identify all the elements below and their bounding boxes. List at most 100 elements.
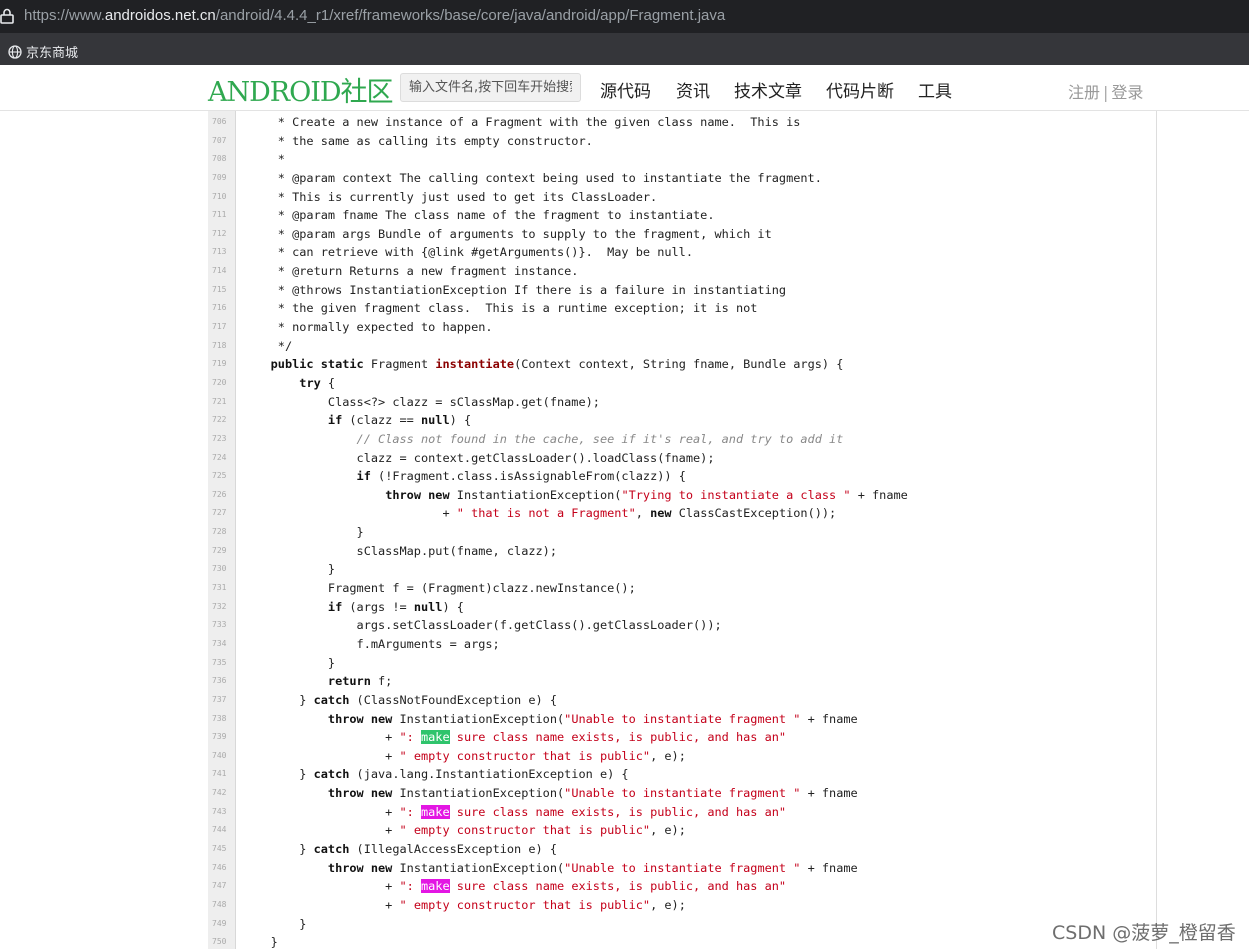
code-text: args.setClassLoader(f.getClass().getClas… (242, 618, 722, 632)
code-line: 747 + ": make sure class name exists, is… (208, 878, 1156, 897)
line-number[interactable]: 707 (212, 136, 234, 145)
line-number[interactable]: 730 (212, 564, 234, 573)
line-number[interactable]: 721 (212, 397, 234, 406)
lock-icon[interactable] (0, 8, 14, 24)
nav-news[interactable]: 资讯 (676, 77, 710, 102)
line-number[interactable]: 740 (212, 751, 234, 760)
line-number[interactable]: 727 (212, 508, 234, 517)
line-number[interactable]: 716 (212, 303, 234, 312)
line-number[interactable]: 733 (212, 620, 234, 629)
url-text[interactable]: https://www.androidos.net.cn/android/4.4… (24, 7, 725, 24)
code-token: * (242, 152, 285, 167)
line-number[interactable]: 731 (212, 583, 234, 592)
line-number[interactable]: 734 (212, 639, 234, 648)
line-number[interactable]: 715 (212, 285, 234, 294)
line-number[interactable]: 713 (212, 247, 234, 256)
nav-code-snippets[interactable]: 代码片断 (826, 77, 894, 102)
line-number[interactable]: 732 (212, 602, 234, 611)
code-line: 736 return f; (208, 673, 1156, 692)
code-token: , e); (650, 748, 686, 763)
code-token: (Context context, String fname, Bundle a… (514, 357, 844, 372)
line-number[interactable]: 737 (212, 695, 234, 704)
code-line: 746 throw new InstantiationException("Un… (208, 860, 1156, 879)
line-number[interactable]: 745 (212, 844, 234, 853)
line-number[interactable]: 723 (212, 434, 234, 443)
line-number[interactable]: 719 (212, 359, 234, 368)
line-number[interactable]: 710 (212, 192, 234, 201)
code-line: 722 if (clazz == null) { (208, 412, 1156, 431)
auth-links: 注册 | 登录 (1068, 79, 1143, 103)
line-number[interactable]: 714 (212, 266, 234, 275)
code-line: 727 + " that is not a Fragment", new Cla… (208, 505, 1156, 524)
code-line: 744 + " empty constructor that is public… (208, 822, 1156, 841)
bookmark-jd[interactable]: 京东商城 (8, 42, 78, 61)
code-line: 731 Fragment f = (Fragment)clazz.newInst… (208, 580, 1156, 599)
url-domain: androidos.net.cn (104, 7, 216, 24)
nav-source-code[interactable]: 源代码 (600, 77, 651, 102)
line-number[interactable]: 729 (212, 546, 234, 555)
line-number[interactable]: 738 (212, 714, 234, 723)
browser-address-bar[interactable]: https://www.androidos.net.cn/android/4.4… (0, 0, 1249, 33)
line-number[interactable]: 728 (212, 527, 234, 536)
code-text: } (242, 525, 364, 539)
line-number[interactable]: 741 (212, 769, 234, 778)
code-token: * the same as calling its empty construc… (242, 133, 593, 148)
line-number[interactable]: 725 (212, 471, 234, 480)
code-token: , (635, 506, 651, 521)
line-number[interactable]: 712 (212, 229, 234, 238)
line-number[interactable]: 718 (212, 341, 234, 350)
line-number[interactable]: 708 (212, 154, 234, 163)
line-number[interactable]: 726 (212, 490, 234, 499)
code-line: 737 } catch (ClassNotFoundException e) { (208, 692, 1156, 711)
code-line: 726 throw new InstantiationException("Tr… (208, 487, 1156, 506)
line-number[interactable]: 748 (212, 900, 234, 909)
code-token: + (242, 879, 400, 894)
line-number[interactable]: 736 (212, 676, 234, 685)
line-number[interactable]: 750 (212, 937, 234, 946)
string-token: "Unable to instantiate fragment " (564, 860, 801, 875)
line-number[interactable]: 747 (212, 881, 234, 890)
code-token: InstantiationException( (392, 860, 565, 875)
line-number[interactable]: 709 (212, 173, 234, 182)
code-line: 720 try { (208, 375, 1156, 394)
string-token: "Unable to instantiate fragment " (564, 786, 801, 801)
site-logo[interactable]: ANDROID社区 (208, 70, 394, 109)
code-line: 742 throw new InstantiationException("Un… (208, 785, 1156, 804)
line-number[interactable]: 724 (212, 453, 234, 462)
line-number[interactable]: 742 (212, 788, 234, 797)
code-token: (IllegalAccessException e) { (349, 841, 557, 856)
string-token: " that is not a Fragment" (456, 506, 636, 521)
code-line: 718 */ (208, 338, 1156, 357)
line-number[interactable]: 739 (212, 732, 234, 741)
code-text: if (args != null) { (242, 600, 464, 614)
search-highlight: make (420, 879, 450, 894)
code-text: + " empty constructor that is public", e… (242, 749, 686, 763)
line-number[interactable]: 706 (212, 117, 234, 126)
code-line: 717 * normally expected to happen. (208, 319, 1156, 338)
line-number[interactable]: 720 (212, 378, 234, 387)
bookmarks-bar: 京东商城 (0, 33, 1249, 65)
register-link[interactable]: 注册 (1068, 83, 1100, 102)
line-number[interactable]: 744 (212, 825, 234, 834)
code-line: 723 // Class not found in the cache, see… (208, 431, 1156, 450)
code-line: 729 sClassMap.put(fname, clazz); (208, 543, 1156, 562)
code-line: 730 } (208, 561, 1156, 580)
line-number[interactable]: 735 (212, 658, 234, 667)
line-number[interactable]: 743 (212, 807, 234, 816)
line-number[interactable]: 746 (212, 863, 234, 872)
line-number[interactable]: 749 (212, 919, 234, 928)
keyword-token: public static (270, 357, 364, 372)
string-token: " empty constructor that is public" (399, 748, 651, 763)
line-number[interactable]: 711 (212, 210, 234, 219)
code-token: + fname (850, 487, 908, 502)
nav-tools[interactable]: 工具 (918, 77, 952, 102)
line-number[interactable]: 722 (212, 415, 234, 424)
nav-articles[interactable]: 技术文章 (734, 77, 802, 102)
keyword-token: throw new (327, 860, 393, 875)
login-link[interactable]: 登录 (1111, 83, 1143, 102)
code-line: 708 * (208, 151, 1156, 170)
code-line: 707 * the same as calling its empty cons… (208, 133, 1156, 152)
code-token: } (242, 916, 307, 931)
line-number[interactable]: 717 (212, 322, 234, 331)
search-input[interactable] (400, 73, 581, 102)
